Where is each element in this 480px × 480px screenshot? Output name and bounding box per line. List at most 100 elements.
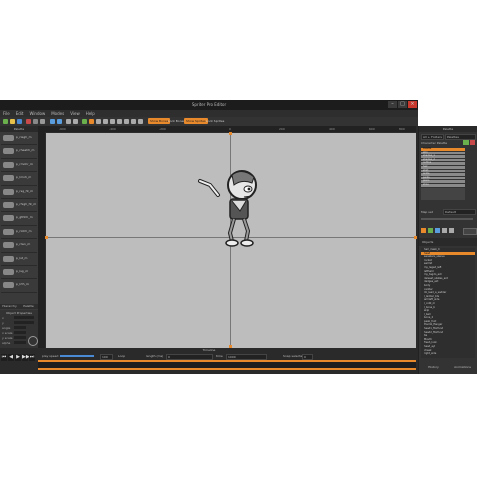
playback-controls: ⏮ ◀ ▶ ▶▶ ⏭ bbox=[1, 354, 37, 362]
menu-help[interactable]: Help bbox=[86, 110, 95, 117]
tab-hierarchy[interactable]: Hierarchy bbox=[0, 304, 19, 309]
title-bar: Spriter Pro Editor – □ × bbox=[0, 100, 418, 110]
bone-icon[interactable] bbox=[421, 228, 426, 233]
skip-end-button[interactable]: ⏭ bbox=[29, 354, 35, 361]
sprite-item[interactable]: p_rhigh_ht_m bbox=[1, 199, 37, 213]
fit-icon[interactable] bbox=[73, 119, 78, 124]
prop-field[interactable] bbox=[14, 321, 34, 324]
copy-icon[interactable] bbox=[33, 119, 38, 124]
swatch-item[interactable]: shoe bbox=[421, 183, 465, 188]
paste-icon[interactable] bbox=[40, 119, 45, 124]
axis-handle[interactable] bbox=[229, 132, 232, 135]
lock-icon[interactable] bbox=[131, 119, 136, 124]
save-icon[interactable] bbox=[17, 119, 22, 124]
animation-canvas[interactable] bbox=[45, 132, 417, 348]
pin-icon[interactable] bbox=[89, 119, 94, 124]
maximize-button[interactable]: □ bbox=[398, 101, 407, 108]
settings-icon[interactable] bbox=[103, 119, 108, 124]
menu-bar: File Edit Window Modes View Help bbox=[0, 110, 418, 117]
sprite-thumbnail bbox=[3, 175, 14, 182]
view-toggle-button[interactable] bbox=[463, 228, 477, 235]
ruler-tick: 400 bbox=[329, 127, 335, 131]
fast-forward-button[interactable]: ▶▶ bbox=[22, 354, 30, 361]
skip-start-button[interactable]: ⏮ bbox=[1, 354, 7, 361]
prop-field[interactable] bbox=[14, 316, 34, 319]
divider bbox=[421, 218, 473, 220]
bone-tool-icon[interactable] bbox=[82, 119, 87, 124]
sprite-item[interactable]: p_gthhh_m bbox=[1, 212, 37, 226]
sprite-label: p_rhigh_ht_m bbox=[16, 201, 37, 206]
palette-panel: Palette p_rlegh_m p_rheahh_m p_rmohr_m p… bbox=[0, 126, 39, 348]
menu-file[interactable]: File bbox=[3, 110, 10, 117]
sound-icon[interactable] bbox=[449, 228, 454, 233]
sprite-item[interactable]: p_rmohr_m bbox=[1, 159, 37, 173]
undo-icon[interactable] bbox=[50, 119, 55, 124]
delete-icon[interactable] bbox=[26, 119, 31, 124]
menu-view[interactable]: View bbox=[70, 110, 80, 117]
sprite-thumbnail bbox=[3, 242, 14, 249]
editor-area: -600 -400 -200 0 200 400 600 800 bbox=[39, 126, 417, 348]
point-icon[interactable] bbox=[435, 228, 440, 233]
object-item[interactable]: right_side bbox=[421, 352, 475, 356]
expand-icon[interactable] bbox=[138, 119, 143, 124]
ruler-tick: 800 bbox=[399, 127, 405, 131]
zoom-icon[interactable] bbox=[66, 119, 71, 124]
sprite-item[interactable]: p_lmoh_m bbox=[1, 172, 37, 186]
tab-palette[interactable]: Palette bbox=[19, 304, 38, 309]
sprite-item[interactable]: p_rheahh_m bbox=[1, 145, 37, 159]
sprite-item[interactable]: p_lst_m bbox=[1, 253, 37, 266]
minimize-button[interactable]: – bbox=[388, 101, 397, 108]
menu-edit[interactable]: Edit bbox=[16, 110, 24, 117]
lock-sprites-button[interactable]: Lock Sprites bbox=[204, 118, 226, 124]
character-sprite[interactable] bbox=[196, 161, 266, 251]
play-button[interactable]: ▶ bbox=[15, 354, 21, 361]
sprite-item[interactable]: p_rlegh_m bbox=[1, 132, 37, 146]
sprite-item[interactable]: p_rlohh_m bbox=[1, 226, 37, 240]
close-button[interactable]: × bbox=[408, 101, 417, 108]
ruler-tick: -200 bbox=[159, 127, 166, 131]
play-speed-slider[interactable] bbox=[60, 355, 94, 357]
prop-field[interactable] bbox=[14, 326, 26, 329]
new-file-icon[interactable] bbox=[3, 119, 8, 124]
sprite-item[interactable]: p_lsg_m bbox=[1, 266, 37, 280]
redo-icon[interactable] bbox=[57, 119, 62, 124]
right-bottom-tabs: History Animations bbox=[419, 364, 477, 370]
sprite-item[interactable]: p_lrth_m bbox=[1, 279, 37, 293]
menu-window[interactable]: Window bbox=[29, 110, 45, 117]
sprite-label: p_lmoh_m bbox=[16, 175, 32, 180]
axis-handle[interactable] bbox=[414, 236, 417, 239]
play-speed-label: play speed bbox=[42, 354, 59, 358]
resize-icon[interactable] bbox=[117, 119, 122, 124]
palette-filter-dropdown[interactable]: All + Folders bbox=[421, 134, 444, 140]
toolbar: Show Bones Lock Bones Show Sprites Lock … bbox=[0, 117, 418, 126]
prop-field[interactable] bbox=[14, 341, 26, 344]
add-object-icon[interactable] bbox=[428, 228, 433, 233]
box-icon[interactable] bbox=[442, 228, 447, 233]
grid-icon[interactable] bbox=[96, 119, 101, 124]
menu-modes[interactable]: Modes bbox=[51, 110, 64, 117]
ruler-tick: -600 bbox=[59, 127, 66, 131]
move-icon[interactable] bbox=[124, 119, 129, 124]
prop-label: y bbox=[2, 321, 4, 325]
ruler-tick: 200 bbox=[279, 127, 285, 131]
add-palette-icon[interactable] bbox=[463, 140, 469, 145]
tab-animations[interactable]: Animations bbox=[448, 364, 477, 370]
sprite-item[interactable]: p_rsg_ht_m bbox=[1, 186, 37, 199]
step-back-button[interactable]: ◀ bbox=[8, 354, 14, 361]
keyframe-track[interactable] bbox=[38, 368, 416, 370]
info-icon[interactable] bbox=[110, 119, 115, 124]
spriter-window: Spriter Pro Editor – □ × File Edit Windo… bbox=[0, 100, 418, 374]
open-folder-icon[interactable] bbox=[10, 119, 15, 124]
prop-label: y scale bbox=[2, 336, 13, 340]
prop-field[interactable] bbox=[14, 336, 26, 339]
remove-palette-icon[interactable] bbox=[470, 140, 475, 145]
map-set-label: Map set bbox=[421, 210, 433, 214]
tab-history[interactable]: History bbox=[419, 364, 448, 370]
angle-dial[interactable] bbox=[28, 336, 38, 346]
sprite-thumbnail bbox=[3, 135, 14, 141]
prop-field[interactable] bbox=[14, 331, 26, 334]
sprite-label: p_lsg_m bbox=[16, 268, 29, 273]
axis-handle[interactable] bbox=[45, 236, 48, 239]
map-set-dropdown[interactable]: Default bbox=[443, 209, 476, 215]
sprite-item[interactable]: p_rlwn_m bbox=[1, 239, 37, 253]
